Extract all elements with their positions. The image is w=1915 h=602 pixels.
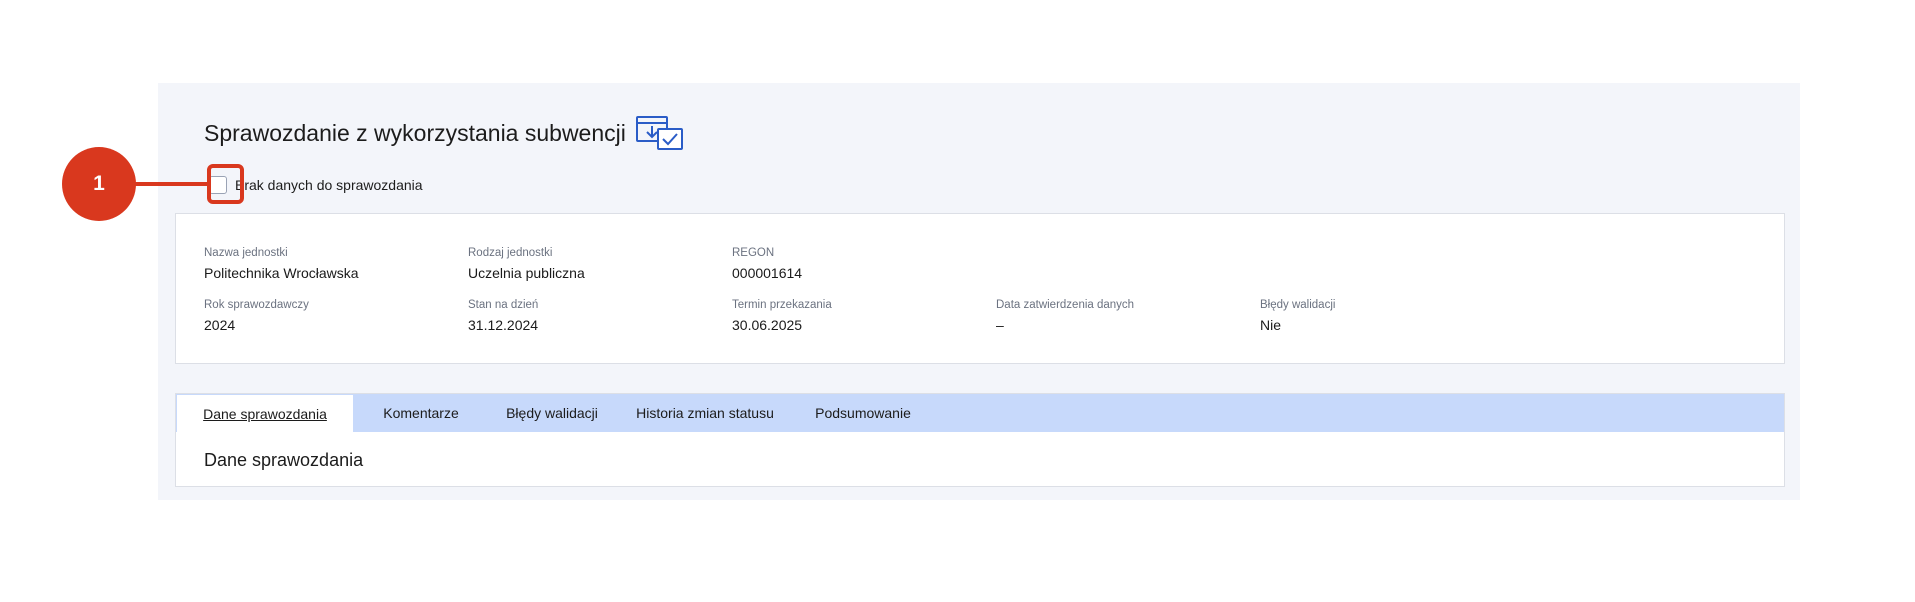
field-label: Termin przekazania [732,299,832,311]
field-label: Data zatwierdzenia danych [996,299,1135,311]
field-value: Uczelnia publiczna [468,265,585,281]
field-deadline: Termin przekazania 30.06.2025 [732,298,832,334]
report-panel: Sprawozdanie z wykorzystania subwencji B… [158,83,1800,500]
tab-bar: Dane sprawozdania Komentarze Błędy walid… [176,394,1784,432]
field-value: Politechnika Wrocławska [204,265,359,281]
field-validation-errors: Błędy walidacji Nie [1260,298,1335,334]
page: Sprawozdanie z wykorzystania subwencji B… [0,0,1915,602]
report-info-card: Nazwa jednostki Politechnika Wrocławska … [175,213,1785,364]
tab-validation-errors[interactable]: Błędy walidacji [489,394,615,432]
annotation-badge: 1 [62,147,136,221]
field-unit-name: Nazwa jednostki Politechnika Wrocławska [204,246,359,282]
field-value: Nie [1260,317,1282,333]
annotation-highlight [207,164,244,204]
field-value: 000001614 [732,265,803,281]
annotation-connector [135,182,207,186]
field-value: 2024 [204,317,236,333]
field-value: – [996,317,1004,333]
field-value: 31.12.2024 [468,317,539,333]
field-as-of-date: Stan na dzień 31.12.2024 [468,298,538,334]
section-title: Dane sprawozdania [204,450,364,470]
field-report-year: Rok sprawozdawczy 2024 [204,298,309,334]
field-unit-type: Rodzaj jednostki Uczelnia publiczna [468,246,585,282]
title-row: Sprawozdanie z wykorzystania subwencji [204,115,684,151]
field-label: Stan na dzień [468,299,539,311]
field-value: 30.06.2025 [732,317,803,333]
download-checklist-icon[interactable] [635,115,684,151]
field-label: Rok sprawozdawczy [204,299,309,311]
tab-comments[interactable]: Komentarze [353,394,489,432]
field-label: REGON [732,247,775,259]
field-label: Nazwa jednostki [204,247,288,259]
tab-status-history[interactable]: Historia zmian statusu [615,394,795,432]
field-regon: REGON 000001614 [732,246,802,282]
field-label: Błędy walidacji [1260,299,1336,311]
tab-summary[interactable]: Podsumowanie [795,394,931,432]
field-approval-date: Data zatwierdzenia danych – [996,298,1134,334]
field-label: Rodzaj jednostki [468,247,553,259]
tab-report-data[interactable]: Dane sprawozdania [177,395,353,432]
page-title: Sprawozdanie z wykorzystania subwencji [204,119,626,146]
tabs-card: Dane sprawozdania Komentarze Błędy walid… [175,393,1785,487]
no-data-checkbox-label[interactable]: Brak danych do sprawozdania [235,177,423,193]
